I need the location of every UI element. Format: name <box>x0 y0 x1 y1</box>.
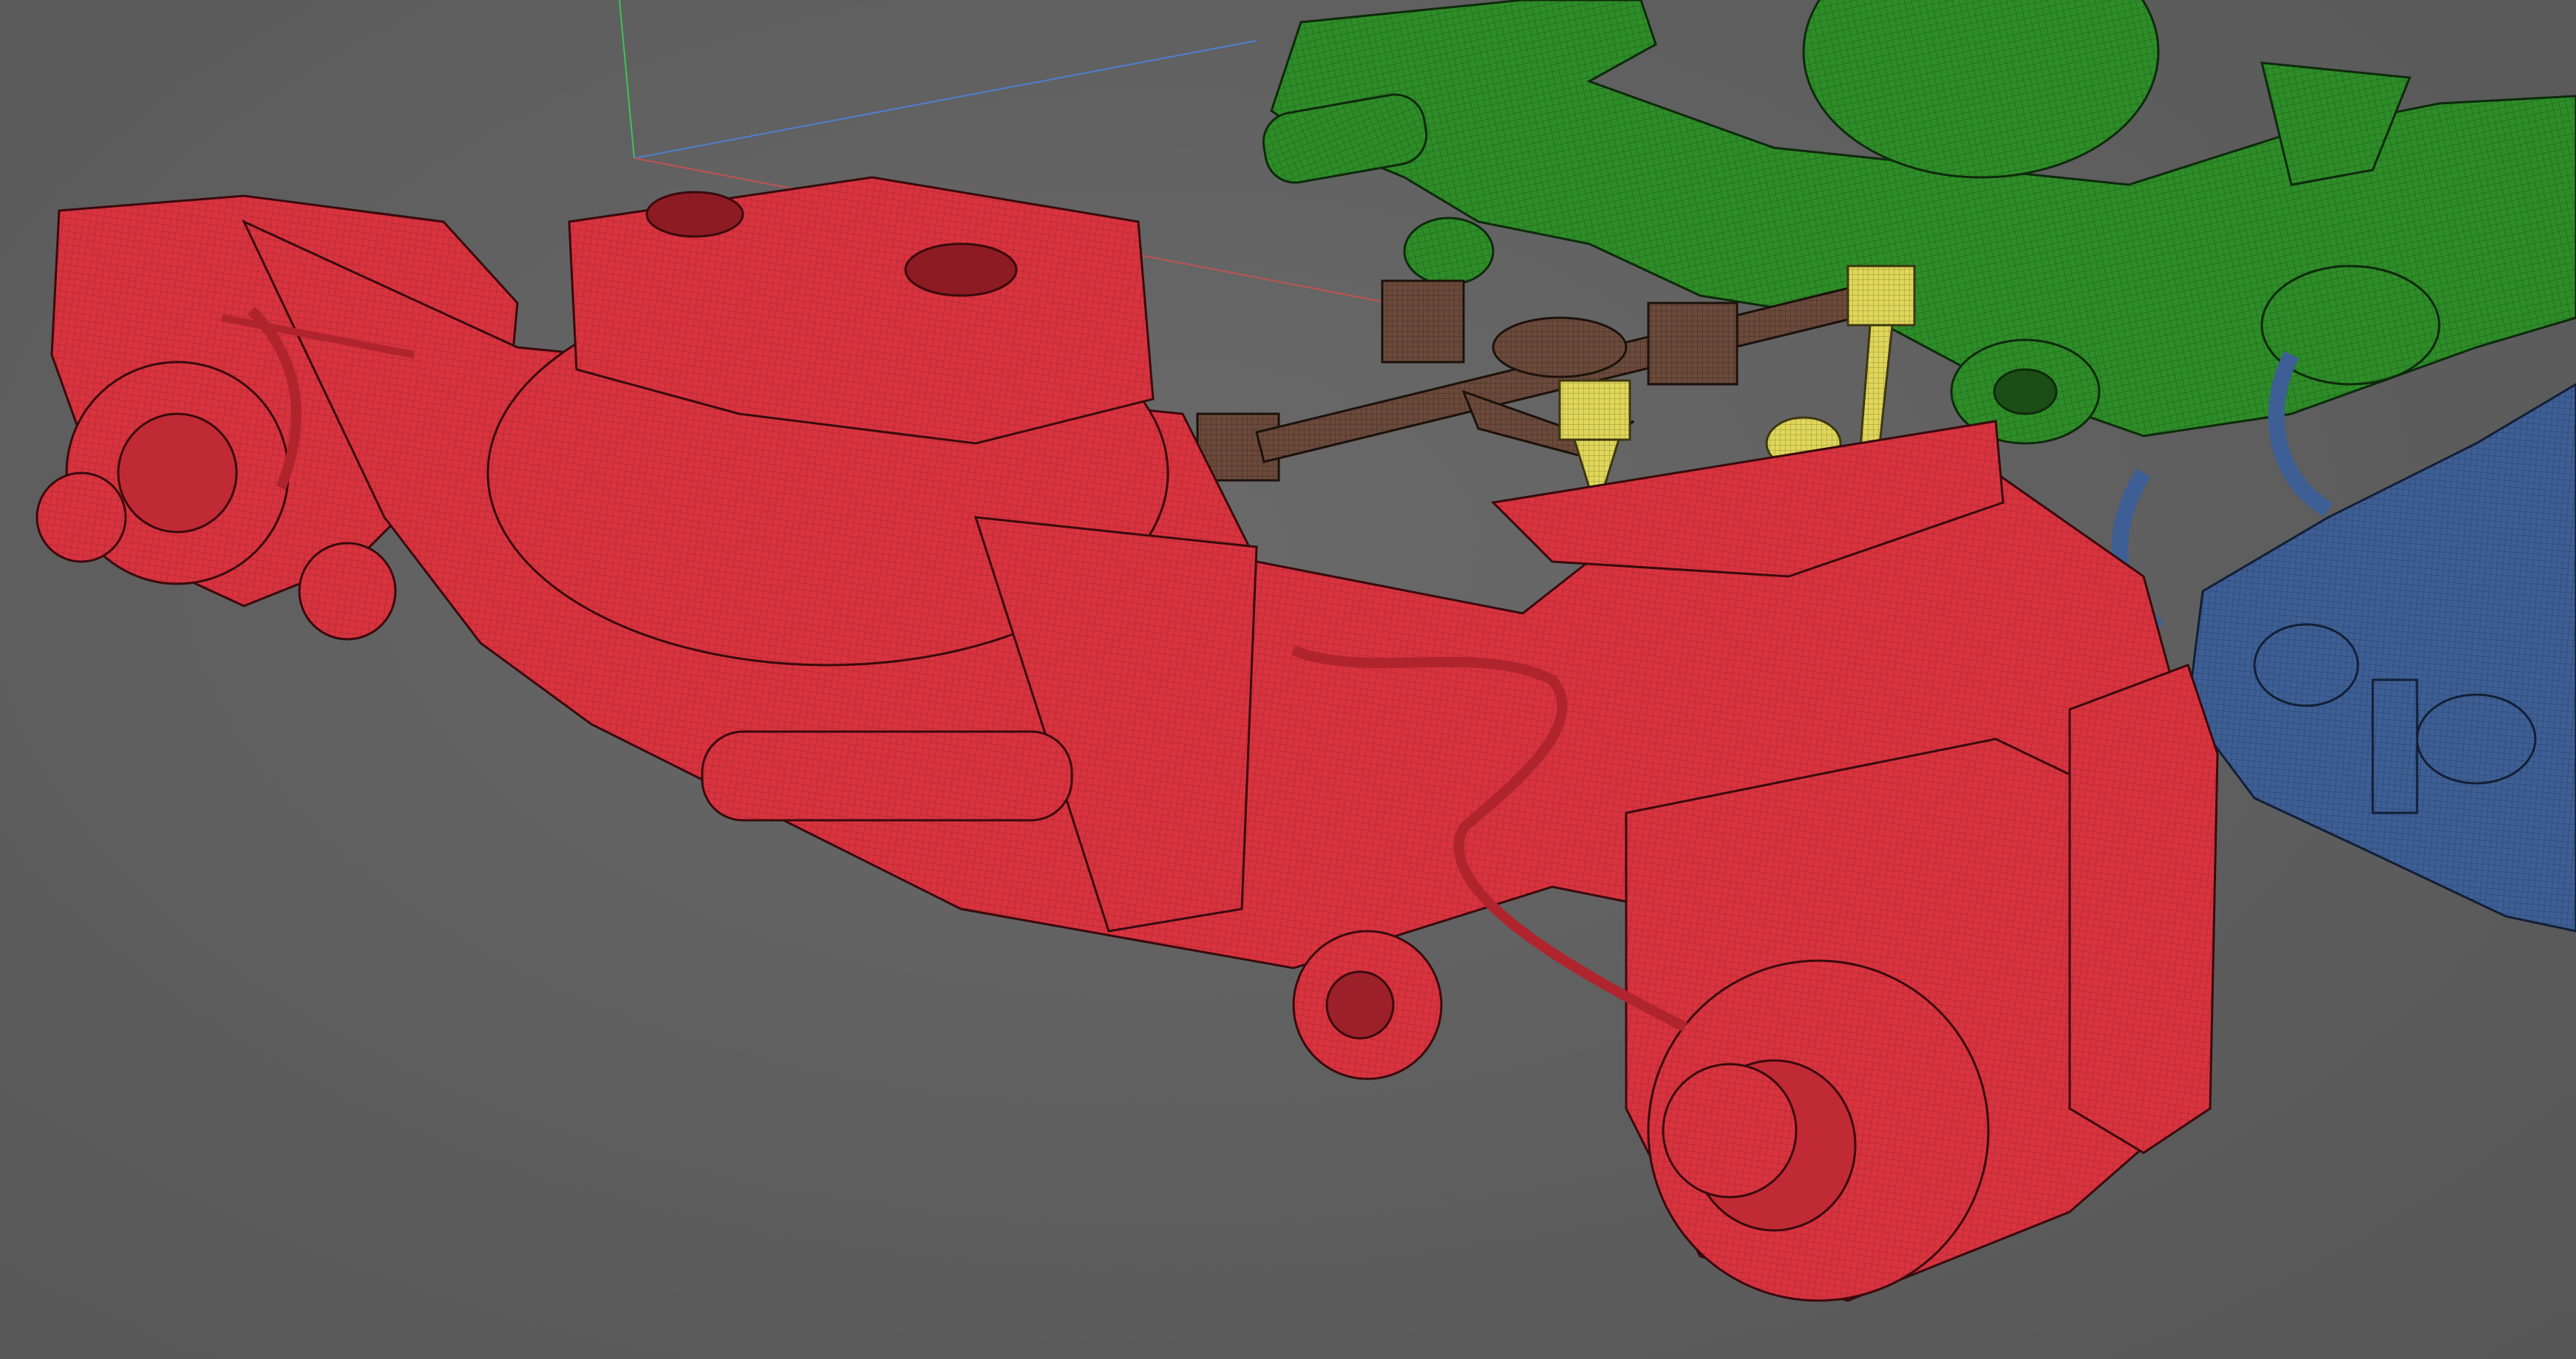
brown-brake-linkage[interactable] <box>1196 279 1857 482</box>
y-axis-line <box>619 0 635 159</box>
z-axis-line <box>633 40 1257 159</box>
3d-viewport[interactable] <box>0 0 2576 1359</box>
scene-canvas[interactable] <box>0 0 2576 1359</box>
green-bogie-frame[interactable] <box>1259 0 2576 445</box>
